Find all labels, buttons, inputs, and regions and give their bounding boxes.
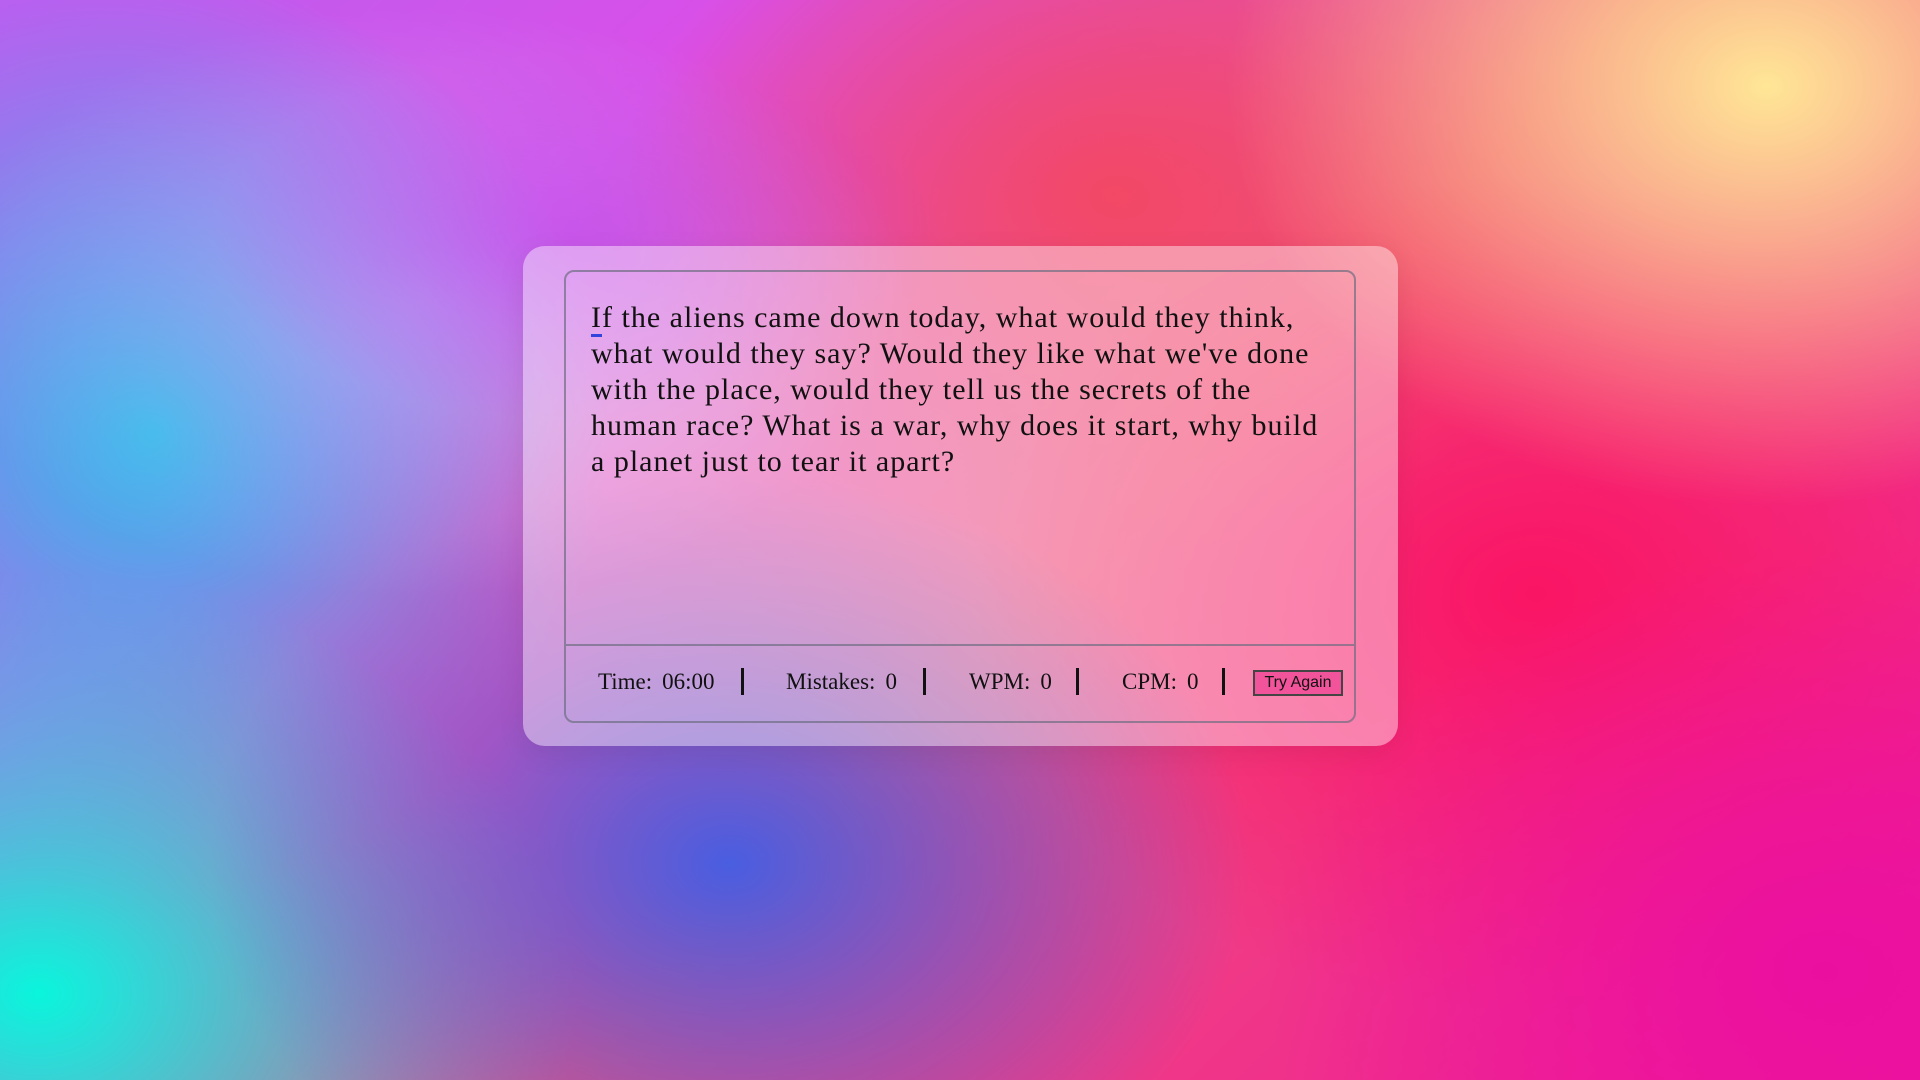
cpm-stat: CPM: 0	[1122, 669, 1198, 695]
stat-separator	[923, 668, 926, 695]
wpm-label: WPM:	[969, 669, 1031, 694]
time-stat: Time: 06:00	[598, 669, 715, 695]
time-value: 06:00	[662, 669, 715, 694]
wpm-stat: WPM: 0	[969, 669, 1052, 695]
time-label: Time:	[598, 669, 653, 694]
cpm-label: CPM:	[1122, 669, 1177, 694]
typing-test-card: If the aliens came down today, what woul…	[523, 246, 1398, 746]
typing-text-area[interactable]: If the aliens came down today, what woul…	[591, 300, 1336, 480]
cpm-value: 0	[1186, 669, 1199, 694]
stat-separator	[1222, 668, 1225, 695]
try-again-button[interactable]: Try Again	[1253, 670, 1343, 696]
remaining-text: f the aliens came down today, what would…	[591, 301, 1319, 478]
wpm-value: 0	[1040, 669, 1052, 694]
active-character: I	[591, 301, 602, 337]
mistakes-label: Mistakes:	[786, 669, 876, 694]
stat-separator	[1076, 668, 1079, 695]
mistakes-stat: Mistakes: 0	[786, 669, 897, 695]
stats-bar: Time: 06:00 Mistakes: 0 WPM: 0 CPM: 0 Try Ag…	[566, 646, 1354, 723]
stat-separator	[741, 668, 744, 695]
mistakes-value: 0	[885, 669, 897, 694]
typing-test-panel: If the aliens came down today, what woul…	[564, 270, 1356, 723]
